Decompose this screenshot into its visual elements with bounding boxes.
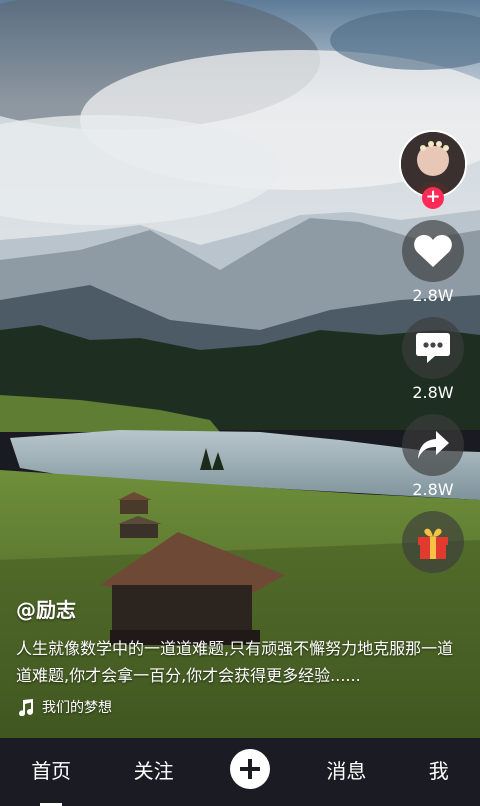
post-description: 人生就像数学中的一道道难题,只有顽强不懈努力地克服那一道道难题,你才会拿一百分,… xyxy=(16,639,454,685)
music-note-icon xyxy=(19,699,34,716)
gift-icon xyxy=(418,528,448,559)
tab-home[interactable]: 首页 xyxy=(25,755,77,784)
follow-plus-icon[interactable]: + xyxy=(422,187,444,209)
tab-messages[interactable]: 消息 xyxy=(320,755,372,784)
plus-icon xyxy=(239,759,260,779)
comment-action[interactable]: 2.8W xyxy=(402,317,464,402)
gift-action[interactable] xyxy=(402,511,464,573)
comment-icon xyxy=(416,333,450,363)
author-avatar-group[interactable]: + xyxy=(399,130,467,209)
post-caption: @励志 人生就像数学中的一道道难题,只有顽强不懈努力地克服那一道道难题,你才会拿… xyxy=(16,594,460,717)
action-column: + 2.8W 2.8W 2.8W xyxy=(398,130,468,585)
tab-me[interactable]: 我 xyxy=(423,755,455,784)
gift-button[interactable] xyxy=(402,511,464,573)
like-action[interactable]: 2.8W xyxy=(402,220,464,305)
share-count: 2.8W xyxy=(412,480,454,499)
create-button[interactable] xyxy=(229,749,270,789)
like-count: 2.8W xyxy=(412,286,454,305)
share-button[interactable] xyxy=(402,414,464,476)
share-icon xyxy=(418,431,449,459)
music-title: 我们的梦想 xyxy=(42,700,112,716)
bottom-nav: 首页 关注 消息 我 xyxy=(0,738,480,800)
post-username[interactable]: @励志 xyxy=(16,594,460,623)
like-button[interactable] xyxy=(402,220,464,282)
comment-count: 2.8W xyxy=(412,383,454,402)
comment-button[interactable] xyxy=(402,317,464,379)
heart-icon xyxy=(414,235,452,267)
music-row[interactable]: 我们的梦想 xyxy=(16,697,460,717)
share-action[interactable]: 2.8W xyxy=(402,414,464,499)
tab-follow[interactable]: 关注 xyxy=(128,755,180,784)
